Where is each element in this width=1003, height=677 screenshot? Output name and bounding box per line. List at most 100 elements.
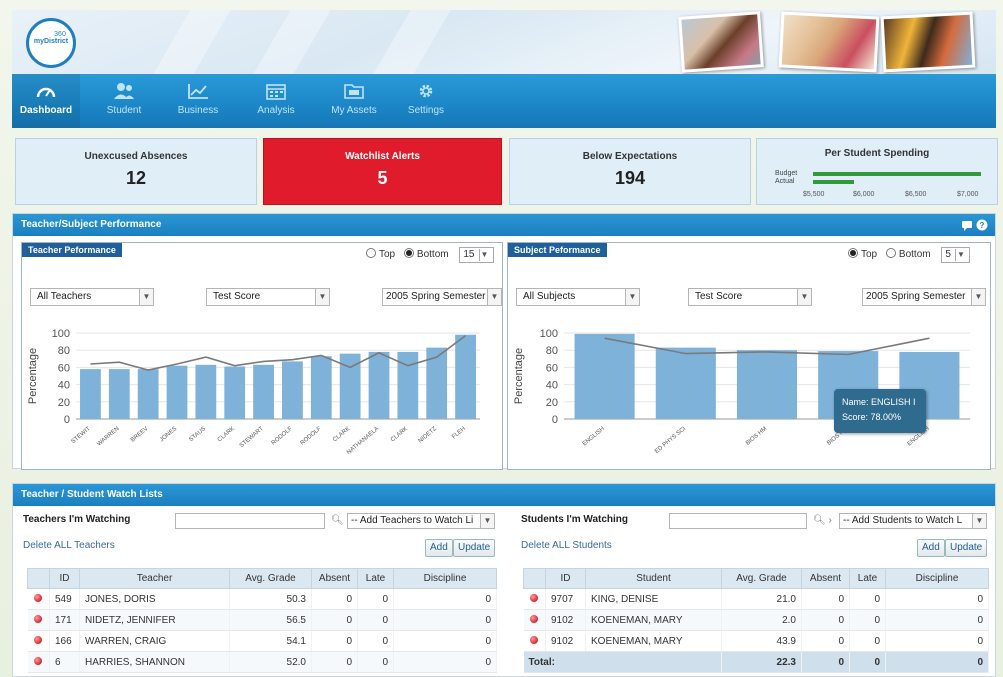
- table-row[interactable]: 6 HARRIES, SHANNON 52.0 0 0 0: [27, 651, 497, 673]
- column-header[interactable]: Discipline: [393, 568, 497, 589]
- chevron-down-icon: ▼: [487, 289, 501, 305]
- update-teachers-button[interactable]: Update: [453, 539, 496, 557]
- select-value: Test Score: [695, 291, 743, 302]
- select-value: All Teachers: [37, 291, 92, 302]
- cell-late: 0: [357, 609, 394, 631]
- panel-title: Teacher / Student Watch Lists: [13, 484, 995, 506]
- radio-top[interactable]: Top: [366, 248, 395, 260]
- spending-tick: $5,500: [803, 191, 825, 198]
- x-tick-label: JONES: [159, 426, 178, 443]
- comment-icon[interactable]: [962, 221, 972, 231]
- nav-student[interactable]: Student: [90, 74, 158, 128]
- column-header[interactable]: Avg. Grade: [229, 568, 312, 589]
- alert-dot-icon[interactable]: [34, 593, 43, 602]
- table-row[interactable]: 549 JONES, DORIS 50.3 0 0 0: [27, 588, 497, 610]
- radio-bottom-label: Bottom: [898, 249, 931, 260]
- radio-bottom-label: Bottom: [416, 249, 449, 260]
- chevron-down-icon: ▼: [315, 289, 329, 305]
- subject-count-value: 5: [945, 249, 951, 260]
- column-header[interactable]: Late: [849, 568, 886, 589]
- nav-settings[interactable]: Settings: [392, 74, 460, 128]
- chevron-down-icon: ▼: [480, 514, 494, 528]
- delete-all-teachers-link[interactable]: Delete ALL Teachers: [23, 540, 115, 551]
- header-decoration: [253, 10, 331, 74]
- chart-bar: [282, 361, 303, 419]
- chevron-down-icon: ▼: [139, 289, 153, 305]
- column-header[interactable]: ID: [545, 568, 586, 589]
- column-header[interactable]: Avg. Grade: [721, 568, 802, 589]
- alert-dot-icon[interactable]: [530, 635, 539, 644]
- x-tick-label: STEWIT: [70, 426, 91, 445]
- spending-tick: $6,500: [905, 191, 927, 198]
- kpi-per-student-spending[interactable]: Per Student Spending Budget Actual $5,50…: [756, 138, 998, 205]
- kpi-unexcused-absences[interactable]: Unexcused Absences 12: [15, 138, 257, 205]
- column-header[interactable]: Absent: [311, 568, 358, 589]
- add-student-button[interactable]: Add: [917, 539, 945, 557]
- column-header[interactable]: Teacher: [79, 568, 230, 589]
- column-header[interactable]: Absent: [801, 568, 850, 589]
- chart-bar: [736, 350, 798, 419]
- kpi-watchlist-alerts[interactable]: Watchlist Alerts 5: [263, 138, 502, 205]
- table-row[interactable]: 171 NIDETZ, JENNIFER 56.5 0 0 0: [27, 609, 497, 631]
- alert-dot-icon[interactable]: [34, 635, 43, 644]
- mydistrict-logo[interactable]: 360 myDistrict: [26, 18, 76, 68]
- help-icon[interactable]: ?: [976, 219, 988, 231]
- kpi-below-expectations[interactable]: Below Expectations 194: [509, 138, 751, 205]
- radio-top[interactable]: Top: [848, 248, 877, 260]
- app-header: 360 myDistrict: [12, 10, 996, 74]
- update-students-button[interactable]: Update: [945, 539, 988, 557]
- subject-count-select[interactable]: 5 ▼: [941, 247, 970, 263]
- search-icon[interactable]: 🔍︎ ›: [813, 515, 832, 526]
- cell-grade: 50.3: [229, 588, 312, 610]
- total-absent: 0: [801, 651, 850, 673]
- nav-my-assets[interactable]: My Assets: [320, 74, 388, 128]
- add-teacher-select[interactable]: -- Add Teachers to Watch Li ▼: [347, 513, 495, 529]
- total-late: 0: [849, 651, 886, 673]
- cell-name: JONES, DORIS: [79, 588, 230, 610]
- column-header[interactable]: ID: [49, 568, 80, 589]
- alert-dot-icon[interactable]: [530, 593, 539, 602]
- nav-dashboard[interactable]: Dashboard: [12, 74, 80, 128]
- teacher-performance-chart: Teacher Peformance Top Bottom 15 ▼ All Te…: [21, 242, 503, 470]
- teacher-search-input[interactable]: [175, 513, 325, 529]
- teacher-bar-chart: Percentage 0 20 40 60 80 100 STEWIT WARREN BREEV J…: [27, 328, 480, 456]
- students-watching-heading: Students I'm Watching: [521, 514, 629, 525]
- nav-label: Settings: [407, 105, 445, 116]
- delete-all-students-link[interactable]: Delete ALL Students: [521, 540, 612, 551]
- cell-id: 9707: [545, 588, 586, 610]
- y-tick-label: 20: [58, 397, 70, 409]
- student-search-input[interactable]: [669, 513, 807, 529]
- subject-term-select[interactable]: 2005 Spring Semester ▼: [862, 288, 986, 306]
- y-tick-label: 40: [546, 380, 558, 392]
- header-photo: [880, 11, 976, 73]
- alert-dot-icon[interactable]: [34, 614, 43, 623]
- alert-dot-icon[interactable]: [34, 656, 43, 665]
- nav-business[interactable]: Business: [164, 74, 232, 128]
- teacher-metric-select[interactable]: Test Score ▼: [206, 288, 330, 306]
- teacher-filter-select[interactable]: All Teachers ▼: [30, 288, 154, 306]
- radio-bottom[interactable]: Bottom: [403, 248, 449, 260]
- spending-budget-label: Budget: [775, 170, 798, 177]
- radio-bottom[interactable]: Bottom: [885, 248, 931, 260]
- add-teacher-button[interactable]: Add: [425, 539, 453, 557]
- table-row[interactable]: 9707 KING, DENISE 21.0 0 0 0: [523, 588, 989, 610]
- nav-analysis[interactable]: Analysis: [242, 74, 310, 128]
- column-header[interactable]: Student: [585, 568, 722, 589]
- chevron-down-icon: ▼: [972, 514, 986, 528]
- table-row[interactable]: 166 WARREN, CRAIG 54.1 0 0 0: [27, 630, 497, 652]
- teacher-count-select[interactable]: 15 ▼: [459, 247, 494, 263]
- column-header[interactable]: Discipline: [885, 568, 989, 589]
- subject-metric-select[interactable]: Test Score ▼: [688, 288, 812, 306]
- teacher-term-select[interactable]: 2005 Spring Semester ▼: [382, 288, 502, 306]
- column-header[interactable]: Late: [357, 568, 394, 589]
- cell-late: 0: [357, 588, 394, 610]
- alert-dot-icon[interactable]: [530, 614, 539, 623]
- table-row[interactable]: 9102 KOENEMAN, MARY 43.9 0 0 0: [523, 630, 989, 652]
- table-total-row: Total: 22.3 0 0 0: [523, 651, 989, 673]
- table-row[interactable]: 9102 KOENEMAN, MARY 2.0 0 0 0: [523, 609, 989, 631]
- add-student-select[interactable]: -- Add Students to Watch L ▼: [839, 513, 987, 529]
- calendar-icon: [266, 84, 286, 100]
- subject-filter-select[interactable]: All Subjects ▼: [516, 288, 640, 306]
- cell-discipline: 0: [393, 588, 497, 610]
- cell-absent: 0: [801, 630, 850, 652]
